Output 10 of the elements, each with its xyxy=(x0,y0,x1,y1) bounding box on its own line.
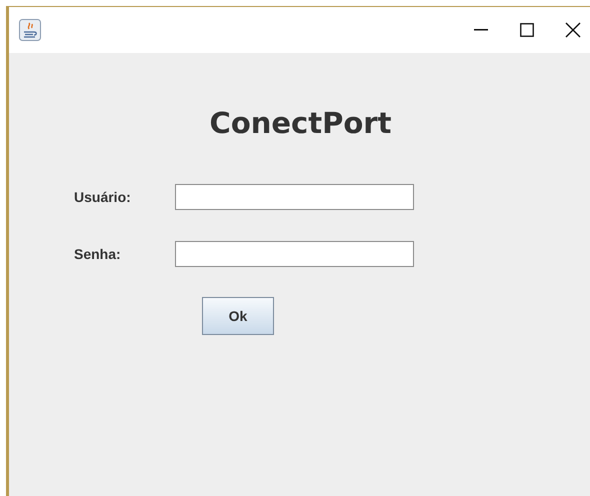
java-cup-icon xyxy=(19,19,41,41)
app-title: ConectPort xyxy=(210,109,392,138)
ok-button[interactable]: Ok xyxy=(202,297,274,335)
close-icon xyxy=(565,22,581,38)
field-label: Senha: xyxy=(73,244,122,264)
maximize-icon xyxy=(520,23,534,37)
field-label: Usuário: xyxy=(73,188,132,206)
minimize-icon xyxy=(474,29,488,31)
text-field[interactable] xyxy=(175,241,414,267)
text-field[interactable] xyxy=(175,184,414,210)
